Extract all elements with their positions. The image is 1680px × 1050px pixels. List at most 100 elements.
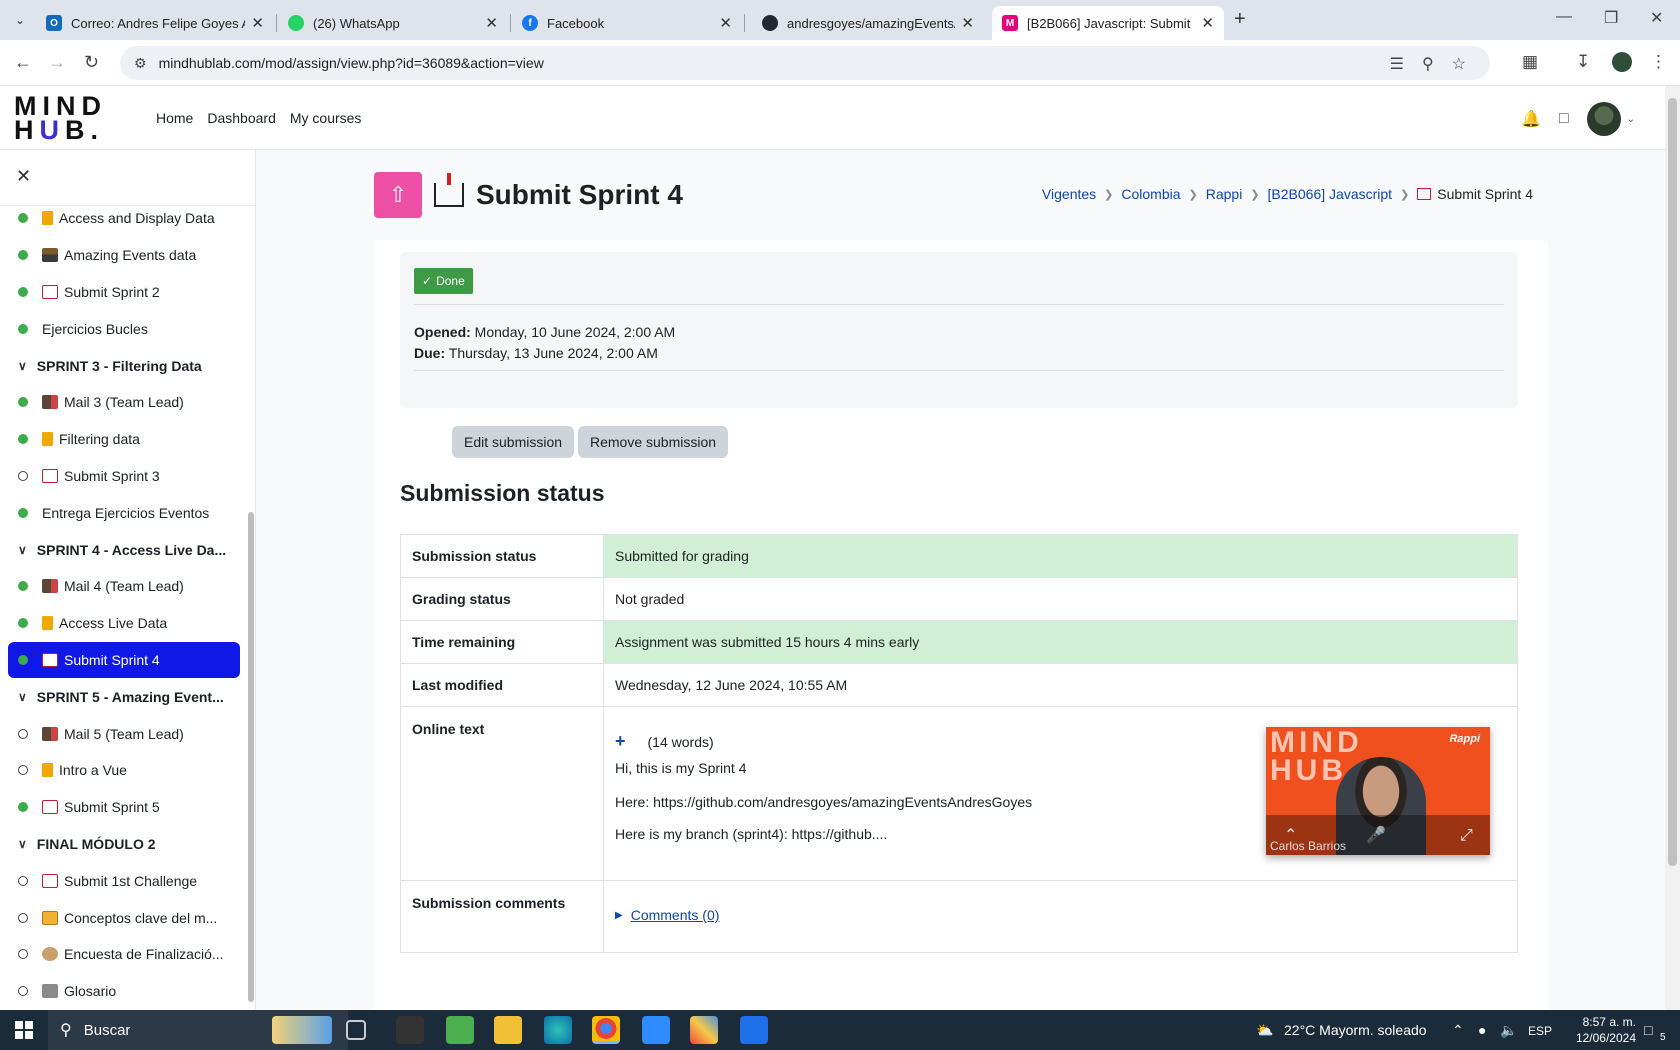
notifications-icon[interactable]: □ (1644, 1022, 1652, 1038)
sidebar-item[interactable]: Submit Sprint 3 (8, 458, 240, 495)
close-tab-icon[interactable]: ✕ (961, 14, 974, 32)
new-tab-icon[interactable]: + (1234, 8, 1246, 31)
remove-submission-button[interactable]: Remove submission (578, 426, 729, 458)
sidebar-item[interactable]: Access and Display Data (8, 200, 240, 237)
sidebar-item[interactable]: Entrega Ejercicios Eventos (8, 494, 240, 531)
sidebar-item[interactable]: Glosario (8, 973, 240, 1010)
breadcrumb-course[interactable]: [B2B066] Javascript (1268, 186, 1393, 202)
close-tab-icon[interactable]: ✕ (1201, 14, 1214, 32)
page-scrollbar[interactable] (1665, 86, 1680, 1010)
download-icon[interactable]: ↧ (1576, 52, 1590, 72)
breadcrumb-vigentes[interactable]: Vigentes (1042, 186, 1096, 202)
bell-icon[interactable]: 🔔 (1521, 109, 1541, 129)
sidebar-item[interactable]: Mail 4 (Team Lead) (8, 568, 240, 605)
browser-tab-whatsapp[interactable]: (26) WhatsApp ✕ (278, 6, 508, 40)
tab-search-chevron-icon[interactable]: ⌄ (8, 8, 32, 32)
browser-tab-facebook[interactable]: f Facebook ✕ (512, 6, 742, 40)
chevron-down-icon[interactable]: ∨ (18, 543, 27, 557)
input-language[interactable]: ESP (1528, 1024, 1552, 1038)
completed-dot-icon (18, 507, 28, 518)
page-header: ⇧ Submit Sprint 4 (374, 172, 683, 218)
extensions-icon[interactable]: ▦ (1522, 52, 1538, 72)
sidebar-item[interactable]: Submit 1st Challenge (8, 862, 240, 899)
sidebar-section[interactable]: ∨ FINAL MÓDULO 2 (8, 826, 240, 863)
sidebar-item[interactable]: Mail 5 (Team Lead) (8, 715, 240, 752)
browser-tab-github[interactable]: andresgoyes/amazingEventsAn ✕ (752, 6, 984, 40)
sidebar-item[interactable]: Intro a Vue (8, 752, 240, 789)
browser-tab-outlook[interactable]: O Correo: Andres Felipe Goyes Ap ✕ (36, 6, 274, 40)
forward-arrow-icon[interactable]: → (48, 52, 66, 73)
breadcrumb-colombia[interactable]: Colombia (1121, 186, 1180, 202)
zoom-app-icon[interactable] (642, 1016, 670, 1044)
windows-start-icon[interactable] (15, 1021, 33, 1039)
sidebar-item[interactable]: Encuesta de Finalizació... (8, 936, 240, 973)
minimize-icon[interactable]: — (1556, 8, 1572, 26)
sidebar-item[interactable]: Access Live Data (8, 605, 240, 642)
book-icon (42, 211, 53, 226)
browser-menu-icon[interactable]: ⋮ (1650, 52, 1667, 72)
nav-home-link[interactable]: Home (156, 110, 193, 126)
file-explorer-icon[interactable] (494, 1016, 522, 1044)
close-drawer-icon[interactable]: ✕ (16, 166, 31, 187)
url-bar[interactable]: ⚙ mindhublab.com/mod/assign/view.php?id=… (120, 46, 1490, 80)
sidebar-item[interactable]: Submit Sprint 2 (8, 274, 240, 311)
app-chat-icon[interactable] (446, 1016, 474, 1044)
breadcrumb-rappi[interactable]: Rappi (1206, 186, 1243, 202)
sidebar-item[interactable]: Mail 3 (Team Lead) (8, 384, 240, 421)
caret-right-icon[interactable]: ▶ (615, 910, 623, 921)
chevron-down-icon[interactable]: ∨ (18, 690, 27, 704)
weather-icon[interactable]: ⛅ (1256, 1022, 1273, 1039)
chevron-down-icon[interactable]: ⌄ (1627, 114, 1635, 125)
close-tab-icon[interactable]: ✕ (485, 14, 498, 32)
app-gem-icon[interactable] (690, 1016, 718, 1044)
edit-submission-button[interactable]: Edit submission (452, 426, 575, 458)
mindhub-logo[interactable]: MIND HUB. (14, 93, 107, 144)
expand-plus-icon[interactable]: + (615, 731, 626, 752)
close-window-icon[interactable]: ✕ (1650, 8, 1663, 28)
zoom-icon[interactable]: ⚲ (1422, 54, 1434, 74)
reload-icon[interactable]: ↻ (84, 52, 99, 73)
microphone-icon[interactable]: 🎤 (1366, 825, 1386, 845)
sidebar-item[interactable]: Submit Sprint 5 (8, 789, 240, 826)
weather-text[interactable]: 22°C Mayorm. soleado (1284, 1022, 1427, 1038)
sidebar-section[interactable]: ∨ SPRINT 5 - Amazing Event... (8, 678, 240, 715)
chrome-icon[interactable] (592, 1016, 620, 1044)
edge-icon[interactable] (544, 1016, 572, 1044)
chevron-down-icon[interactable]: ∨ (18, 359, 27, 373)
sidebar-item[interactable]: Ejercicios Bucles (8, 310, 240, 347)
video-call-window[interactable]: MIND HUB Rappi ⌃ 🎤 ⤢ Carlos Barrios (1266, 727, 1490, 855)
bookmark-star-icon[interactable]: ☆ (1452, 54, 1466, 74)
comments-link[interactable]: Comments (0) (631, 907, 720, 923)
task-view-icon[interactable] (346, 1020, 366, 1040)
taskbar-clock[interactable]: 8:57 a. m. 12/06/2024 (1556, 1014, 1636, 1046)
rappi-logo: Rappi (1449, 733, 1480, 745)
sidebar-scrollbar[interactable] (248, 512, 254, 1002)
sidebar-section[interactable]: ∨ SPRINT 3 - Filtering Data (8, 347, 240, 384)
site-info-icon[interactable]: ⚙ (134, 55, 147, 72)
microphone-icon[interactable]: ● (1478, 1022, 1486, 1038)
vscode-icon[interactable] (740, 1016, 768, 1044)
mail-icon (42, 726, 58, 741)
back-arrow-icon[interactable]: ← (14, 52, 32, 73)
sidebar-section[interactable]: ∨ SPRINT 4 - Access Live Da... (8, 531, 240, 568)
sidebar-item[interactable]: Amazing Events data (8, 237, 240, 274)
taskbar-search[interactable]: ⚲ Buscar (48, 1010, 348, 1050)
messages-icon[interactable]: □ (1559, 110, 1569, 128)
expand-window-icon[interactable]: ⤢ (1460, 827, 1473, 845)
browser-profile-avatar[interactable] (1612, 52, 1632, 72)
nav-my-courses-link[interactable]: My courses (290, 110, 362, 126)
app-dcx-icon[interactable] (396, 1016, 424, 1044)
restore-icon[interactable]: ❐ (1604, 8, 1618, 28)
translate-icon[interactable]: ☰ (1390, 54, 1404, 74)
sidebar-item[interactable]: Conceptos clave del m... (8, 899, 240, 936)
nav-dashboard-link[interactable]: Dashboard (207, 110, 276, 126)
volume-icon[interactable]: 🔈 (1500, 1022, 1517, 1039)
close-tab-icon[interactable]: ✕ (719, 14, 732, 32)
close-tab-icon[interactable]: ✕ (251, 14, 264, 32)
sidebar-item[interactable]: Filtering data (8, 421, 240, 458)
browser-tab-moodle-active[interactable]: M [B2B066] Javascript: Submit ✕ (992, 6, 1224, 40)
chevron-down-icon[interactable]: ∨ (18, 837, 27, 851)
sidebar-item[interactable]: Submit Sprint 4 (8, 641, 240, 679)
user-avatar[interactable] (1586, 102, 1621, 136)
tray-chevron-up-icon[interactable]: ⌃ (1452, 1022, 1464, 1039)
